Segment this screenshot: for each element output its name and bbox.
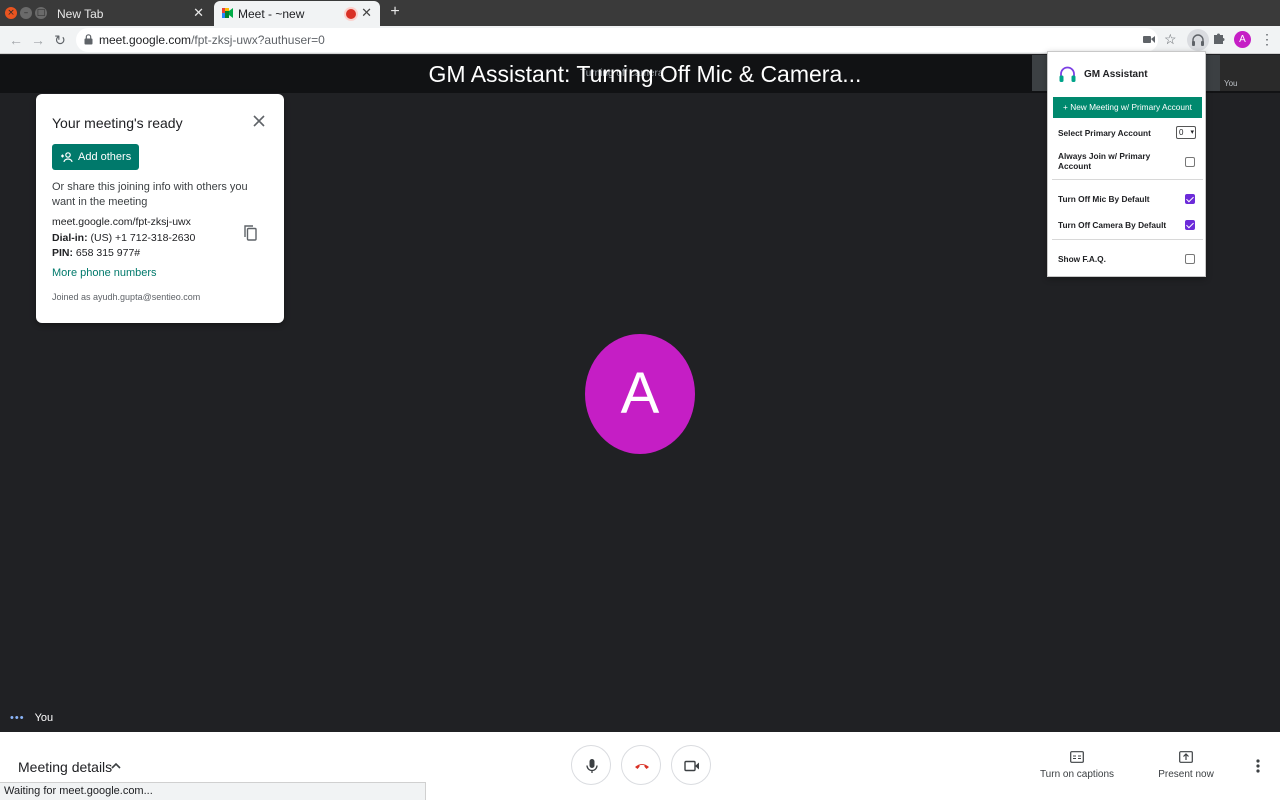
- always-join-checkbox[interactable]: [1185, 157, 1195, 167]
- tab-strip: × – □ New Tab ✕ Meet - ~new ✕ +: [0, 0, 1280, 26]
- join-url: meet.google.com/fpt-zksj-uwx: [52, 216, 191, 228]
- captions-button[interactable]: Turn on captions: [1032, 751, 1122, 780]
- meeting-ready-card: Your meeting's ready Add others Or share…: [36, 94, 284, 323]
- add-others-label: Add others: [78, 151, 132, 163]
- hang-up-icon: [635, 764, 649, 769]
- lock-icon: [84, 34, 93, 45]
- browser-toolbar: ← → ↻ meet.google.com/fpt-zksj-uwx?authu…: [0, 26, 1280, 54]
- url-host: meet.google.com: [99, 33, 192, 47]
- participant-avatar: A: [585, 334, 695, 454]
- tab-title: Meet - ~new: [238, 7, 305, 21]
- divider: [1052, 179, 1203, 180]
- mic-off-checkbox[interactable]: [1185, 194, 1195, 204]
- star-icon[interactable]: ☆: [1164, 31, 1177, 47]
- self-tile-label: You: [1224, 79, 1238, 88]
- window-close-button[interactable]: ×: [5, 7, 17, 19]
- tab-close-icon[interactable]: ✕: [361, 5, 372, 21]
- add-person-icon: [61, 152, 73, 162]
- select-primary-label: Select Primary Account: [1058, 128, 1151, 138]
- camera-off-row: Turn Off Camera By Default: [1048, 219, 1207, 233]
- chevron-down-icon: ▾: [1190, 129, 1194, 136]
- present-now-button[interactable]: Present now: [1150, 751, 1222, 780]
- mic-off-label: Turn Off Mic By Default: [1058, 194, 1150, 204]
- camera-icon[interactable]: [1143, 35, 1155, 44]
- add-others-button[interactable]: Add others: [52, 144, 139, 170]
- copy-icon[interactable]: [244, 225, 257, 241]
- new-tab-button[interactable]: +: [386, 3, 404, 21]
- leave-call-button[interactable]: [621, 745, 661, 785]
- present-now-label: Present now: [1158, 769, 1214, 780]
- window-minimize-button[interactable]: –: [20, 7, 32, 19]
- show-faq-label: Show F.A.Q.: [1058, 254, 1106, 264]
- profile-avatar[interactable]: A: [1234, 31, 1251, 48]
- select-primary-row: Select Primary Account 0 ▾: [1048, 126, 1207, 140]
- microphone-button[interactable]: [571, 745, 611, 785]
- camera-off-checkbox[interactable]: [1185, 220, 1195, 230]
- divider: [1052, 239, 1203, 240]
- joined-as-text: Joined as ayudh.gupta@sentieo.com: [52, 292, 201, 302]
- always-join-label: Always Join w/ Primary Account: [1058, 151, 1151, 171]
- speaking-dots-icon: •••: [10, 712, 25, 724]
- address-bar[interactable]: meet.google.com/fpt-zksj-uwx?authuser=0 …: [76, 28, 1177, 52]
- present-icon: [1179, 751, 1193, 763]
- gm-assistant-popup: GM Assistant + New Meeting w/ Primary Ac…: [1047, 51, 1206, 277]
- meeting-details-button[interactable]: Meeting details: [18, 759, 112, 775]
- headset-icon: [1192, 34, 1204, 46]
- camera-button[interactable]: [671, 745, 711, 785]
- url-text: meet.google.com/fpt-zksj-uwx?authuser=0: [99, 33, 325, 47]
- more-options-icon[interactable]: [1253, 758, 1263, 774]
- microphone-icon: [586, 759, 598, 773]
- window-maximize-button[interactable]: □: [35, 7, 47, 19]
- card-title: Your meeting's ready: [52, 115, 183, 131]
- self-camera-thumbnail[interactable]: You: [1220, 55, 1280, 91]
- reload-icon[interactable]: ↻: [50, 30, 70, 50]
- tab-new-tab[interactable]: New Tab ✕: [48, 1, 212, 26]
- new-meeting-button[interactable]: + New Meeting w/ Primary Account: [1053, 97, 1202, 118]
- more-phone-numbers-link[interactable]: More phone numbers: [52, 267, 157, 279]
- mic-off-row: Turn Off Mic By Default: [1048, 193, 1207, 207]
- pin-info: PIN: 658 315 977#: [52, 247, 141, 259]
- close-icon[interactable]: [252, 114, 266, 128]
- captions-icon: [1070, 751, 1084, 763]
- chevron-up-icon[interactable]: [110, 760, 122, 772]
- kebab-icon[interactable]: ⋮: [1260, 31, 1274, 47]
- share-text: Or share this joining info with others y…: [52, 181, 248, 208]
- back-arrow-icon[interactable]: ←: [6, 30, 26, 50]
- recording-indicator-icon: [346, 9, 356, 19]
- headset-icon: [1059, 66, 1076, 82]
- show-faq-checkbox[interactable]: [1185, 254, 1195, 264]
- meet-favicon-icon: [222, 8, 233, 18]
- always-join-row: Always Join w/ Primary Account: [1048, 151, 1207, 173]
- captions-label: Turn on captions: [1039, 769, 1115, 780]
- video-camera-icon: [684, 760, 699, 772]
- gm-assistant-extension-button[interactable]: [1187, 29, 1209, 51]
- tab-close-icon[interactable]: ✕: [193, 5, 204, 21]
- status-bar: Waiting for meet.google.com...: [0, 782, 426, 800]
- camera-off-label: Turn Off Camera By Default: [1058, 220, 1167, 230]
- puzzle-icon[interactable]: [1213, 31, 1227, 45]
- participant-name: ••• You: [10, 712, 54, 724]
- tab-title: New Tab: [57, 7, 104, 21]
- primary-account-select[interactable]: 0 ▾: [1176, 126, 1196, 139]
- show-faq-row: Show F.A.Q.: [1048, 253, 1207, 267]
- forward-arrow-icon[interactable]: →: [28, 30, 48, 50]
- browser-window: × – □ New Tab ✕ Meet - ~new ✕ + ← → ↻ me…: [0, 0, 1280, 800]
- dial-in-info: Dial-in: (US) +1 712-318-2630: [52, 232, 196, 244]
- url-path: /fpt-zksj-uwx?authuser=0: [191, 33, 325, 47]
- popup-title: GM Assistant: [1084, 69, 1148, 80]
- tab-meet[interactable]: Meet - ~new ✕: [214, 1, 380, 26]
